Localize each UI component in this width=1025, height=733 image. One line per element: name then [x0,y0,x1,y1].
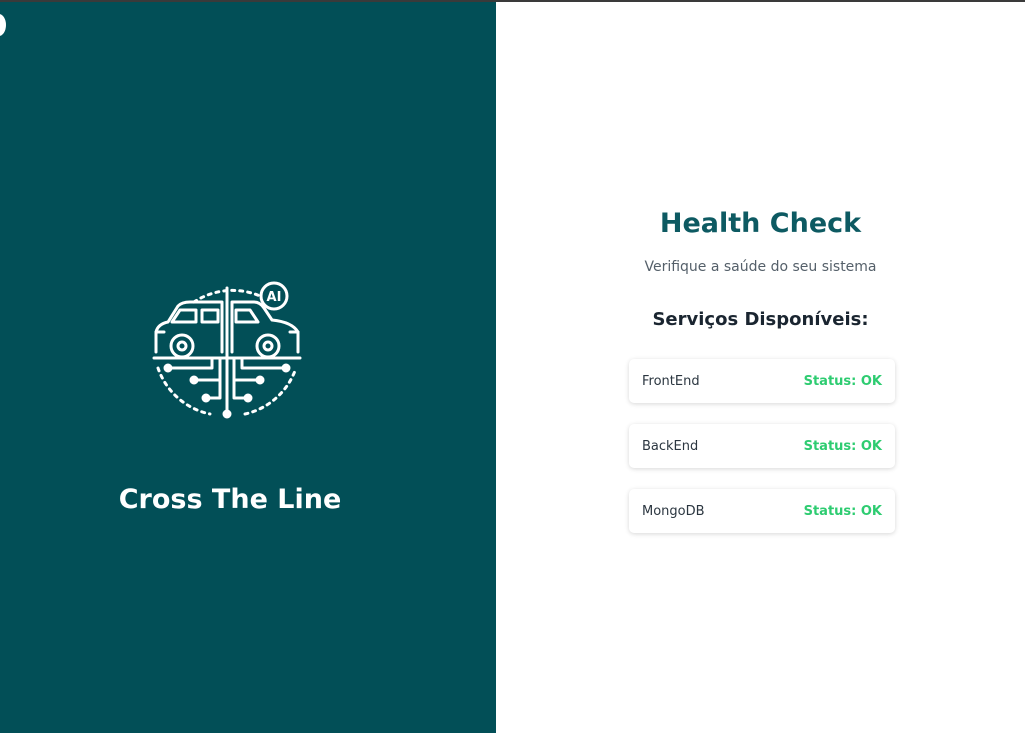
service-status: Status: OK [803,373,882,389]
page-title: Health Check [659,208,862,239]
service-list: FrontEnd Status: OK BackEnd Status: OK M… [629,359,895,554]
service-status: Status: OK [803,503,882,519]
svg-text:AI: AI [267,290,282,305]
services-section-title: Serviços Disponíveis: [652,309,869,330]
service-card-backend: BackEnd Status: OK [629,424,895,468]
service-status: Status: OK [803,438,882,454]
service-card-mongodb: MongoDB Status: OK [629,489,895,533]
brand-panel: AI Cross The Line [0,2,496,733]
brand-name: Cross The Line [118,484,342,515]
car-ai-circuit-icon: AI [152,281,302,419]
service-name: BackEnd [642,438,699,454]
page-subtitle: Verifique a saúde do seu sistema [644,259,877,275]
service-name: FrontEnd [642,373,700,389]
service-name: MongoDB [642,503,705,519]
health-check-panel: Health Check Verifique a saúde do seu si… [496,2,1025,733]
service-card-frontend: FrontEnd Status: OK [629,359,895,403]
